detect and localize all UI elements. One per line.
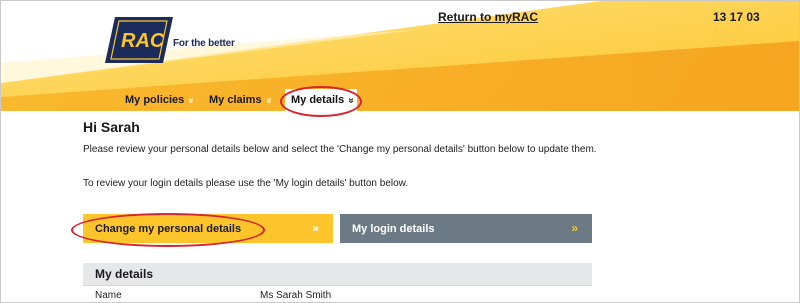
site-header: RAC For the better Return to myRAC 13 17… <box>1 1 799 111</box>
nav-item-my-details[interactable]: My details» <box>291 94 357 106</box>
chevron-right-icon: » <box>571 221 578 235</box>
return-to-myrac-link[interactable]: Return to myRAC <box>438 10 538 24</box>
details-row-name: Name Ms Sarah Smith <box>83 285 592 302</box>
chevron-down-icon: » <box>345 97 357 104</box>
button-label: My login details <box>352 222 435 235</box>
nav-item-my-policies[interactable]: My policies» <box>125 94 197 106</box>
intro-text: Please review your personal details belo… <box>83 144 597 155</box>
page-frame: RAC For the better Return to myRAC 13 17… <box>0 0 800 303</box>
button-label: Change my personal details <box>95 222 242 235</box>
chevron-right-icon: » <box>312 221 319 235</box>
login-info-text: To review your login details please use … <box>83 178 409 189</box>
chevron-down-icon: » <box>185 97 197 104</box>
change-personal-details-button[interactable]: Change my personal details » <box>83 214 333 243</box>
tagline: For the better <box>173 38 235 49</box>
nav-item-label: My details <box>291 94 345 106</box>
svg-text:RAC: RAC <box>121 30 165 52</box>
rac-logo[interactable]: RAC <box>101 15 181 65</box>
main-nav: My policies» My claims» My details» <box>1 89 799 111</box>
details-label: Name <box>95 290 122 301</box>
my-login-details-button[interactable]: My login details » <box>340 214 592 243</box>
chevron-down-icon: » <box>262 97 274 104</box>
nav-item-my-claims[interactable]: My claims» <box>209 94 274 106</box>
details-value: Ms Sarah Smith <box>260 290 332 301</box>
my-details-heading: My details <box>83 263 592 285</box>
nav-item-label: My claims <box>209 94 262 106</box>
phone-number: 13 17 03 <box>713 10 760 24</box>
nav-item-label: My policies <box>125 94 185 106</box>
page-greeting: Hi Sarah <box>83 119 140 135</box>
